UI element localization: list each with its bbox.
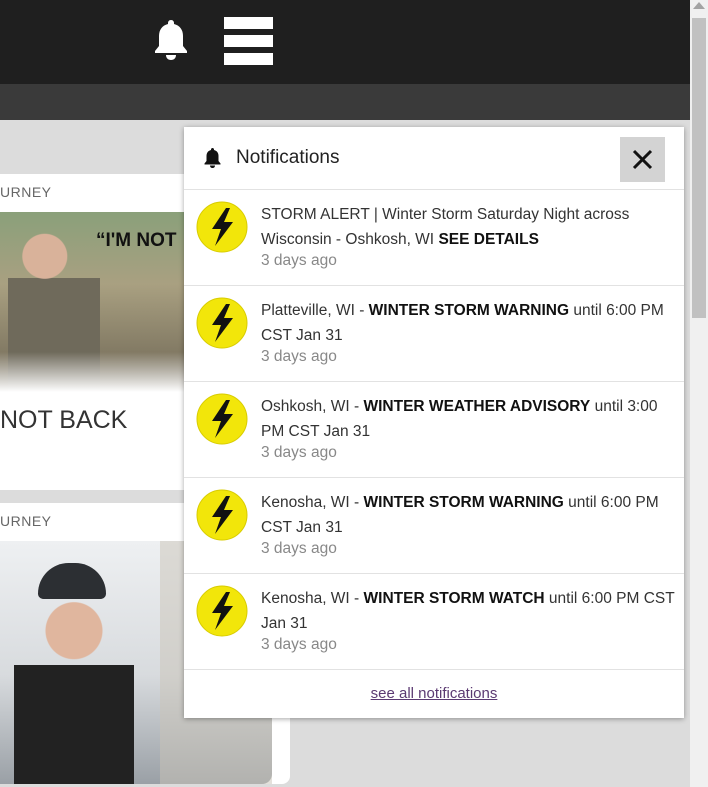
notification-item[interactable]: Kenosha, WI - WINTER STORM WATCH until 6… <box>184 574 684 670</box>
notification-text: Platteville, WI - WINTER STORM WARNING u… <box>261 298 676 348</box>
notification-highlight: WINTER STORM WARNING <box>368 302 570 319</box>
notification-highlight: WINTER STORM WARNING <box>363 494 564 511</box>
notification-time: 3 days ago <box>261 444 337 461</box>
notification-prefix: Kenosha, WI - <box>261 494 364 511</box>
notifications-header: Notifications <box>184 127 684 190</box>
notification-highlight: WINTER STORM WATCH <box>363 590 545 607</box>
lightning-bolt-icon <box>196 393 248 445</box>
notification-text: STORM ALERT | Winter Storm Saturday Nigh… <box>261 202 676 252</box>
notification-text: Kenosha, WI - WINTER STORM WATCH until 6… <box>261 586 676 636</box>
lightning-bolt-icon <box>196 297 248 349</box>
bell-icon[interactable] <box>152 18 190 62</box>
notification-item[interactable]: STORM ALERT | Winter Storm Saturday Nigh… <box>184 190 684 286</box>
notification-item[interactable]: Platteville, WI - WINTER STORM WARNING u… <box>184 286 684 382</box>
top-bar <box>0 0 690 84</box>
lightning-bolt-icon <box>196 585 248 637</box>
notification-highlight: SEE DETAILS <box>438 231 539 248</box>
card-title[interactable]: NOT BACK <box>0 406 127 435</box>
notification-time: 3 days ago <box>261 540 337 557</box>
notification-highlight: WINTER WEATHER ADVISORY <box>363 398 591 415</box>
scroll-up-arrow-icon[interactable] <box>693 2 705 9</box>
sub-nav-bar <box>0 84 690 120</box>
notification-prefix: Oshkosh, WI - <box>261 398 364 415</box>
lightning-bolt-icon <box>196 489 248 541</box>
notification-item[interactable]: Oshkosh, WI - WINTER WEATHER ADVISORY un… <box>184 382 684 478</box>
close-button[interactable] <box>620 137 665 182</box>
notification-text: Kenosha, WI - WINTER STORM WARNING until… <box>261 490 676 540</box>
notification-prefix: Platteville, WI - <box>261 302 369 319</box>
see-all-notifications-link[interactable]: see all notifications <box>184 685 684 702</box>
card-category: URNEY <box>0 513 52 529</box>
notification-time: 3 days ago <box>261 252 337 269</box>
notification-prefix: Kenosha, WI - <box>261 590 364 607</box>
image-caption: “I'M NOT <box>96 230 177 251</box>
bell-icon <box>203 147 222 169</box>
close-icon <box>632 149 653 170</box>
card-category: URNEY <box>0 184 52 200</box>
notification-time: 3 days ago <box>261 348 337 365</box>
notifications-title: Notifications <box>236 147 340 168</box>
notification-item[interactable]: Kenosha, WI - WINTER STORM WARNING until… <box>184 478 684 574</box>
scrollbar-thumb[interactable] <box>692 18 706 318</box>
notification-text: Oshkosh, WI - WINTER WEATHER ADVISORY un… <box>261 394 676 444</box>
notifications-panel: Notifications STORM ALERT | Winter Storm… <box>184 127 684 718</box>
lightning-bolt-icon <box>196 201 248 253</box>
notification-time: 3 days ago <box>261 636 337 653</box>
hamburger-menu-icon[interactable] <box>224 17 274 67</box>
